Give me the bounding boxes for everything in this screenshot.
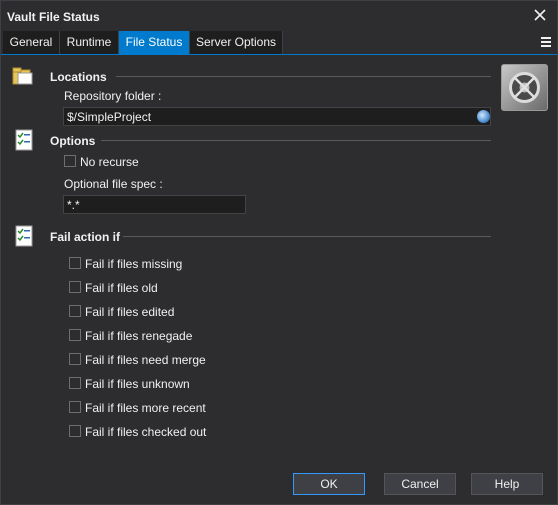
fail-files-renegade-checkbox[interactable] [69,329,81,341]
close-button[interactable] [531,6,549,24]
no-recurse-label[interactable]: No recurse [80,155,139,169]
vault-safe-icon [501,64,548,111]
tab-general-label: General [9,35,53,49]
checklist-icon [15,225,33,247]
repository-folder-label: Repository folder : [64,89,162,103]
locations-divider [116,76,491,77]
fail-files-checked-out-label[interactable]: Fail if files checked out [85,425,206,439]
fail-files-old-checkbox[interactable] [69,281,81,293]
vault-safe-graphic [509,72,540,103]
tab-runtime[interactable]: Runtime [60,31,119,54]
fail-files-more-recent-label[interactable]: Fail if files more recent [85,401,206,415]
file-spec-input[interactable]: *.* [63,195,246,214]
fail-files-renegade-label[interactable]: Fail if files renegade [85,329,192,343]
tab-file-status-label: File Status [125,35,183,49]
tab-server-options-label: Server Options [195,35,277,49]
cancel-button[interactable]: Cancel [384,473,456,495]
tab-server-options[interactable]: Server Options [190,31,283,54]
fail-files-need-merge-label[interactable]: Fail if files need merge [85,353,206,367]
fail-files-need-merge-checkbox[interactable] [69,353,81,365]
tab-overflow-menu-icon[interactable] [541,37,551,47]
tab-file-status[interactable]: File Status [119,31,190,54]
fail-files-edited-label[interactable]: Fail if files edited [85,305,174,319]
help-button[interactable]: Help [471,473,543,495]
fail-files-checked-out-checkbox[interactable] [69,425,81,437]
tab-general[interactable]: General [3,31,60,54]
fail-files-more-recent-checkbox[interactable] [69,401,81,413]
fail-action-divider [123,236,491,237]
fail-files-edited-checkbox[interactable] [69,305,81,317]
fail-files-missing-label[interactable]: Fail if files missing [85,257,182,271]
fail-files-unknown-label[interactable]: Fail if files unknown [85,377,190,391]
dialog-window: Vault File Status General Runtime File S… [0,0,558,505]
fail-action-title: Fail action if [50,230,121,244]
close-icon [534,9,546,21]
title-bar: Vault File Status [1,1,557,31]
window-title: Vault File Status [7,10,100,24]
file-spec-label: Optional file spec : [64,177,163,191]
browse-folder-icon[interactable] [477,110,490,123]
tab-strip: General Runtime File Status Server Optio… [1,31,557,55]
tab-runtime-label: Runtime [66,35,112,49]
folder-icon [12,67,33,85]
fail-files-unknown-checkbox[interactable] [69,377,81,389]
ok-button[interactable]: OK [293,473,365,495]
options-divider [101,140,491,141]
no-recurse-checkbox[interactable] [64,155,76,167]
fail-files-old-label[interactable]: Fail if files old [85,281,158,295]
options-title: Options [50,134,96,148]
repository-folder-input[interactable]: $/SimpleProject [63,107,491,126]
locations-title: Locations [50,70,107,84]
fail-files-missing-checkbox[interactable] [69,257,81,269]
checklist-icon [15,129,33,151]
